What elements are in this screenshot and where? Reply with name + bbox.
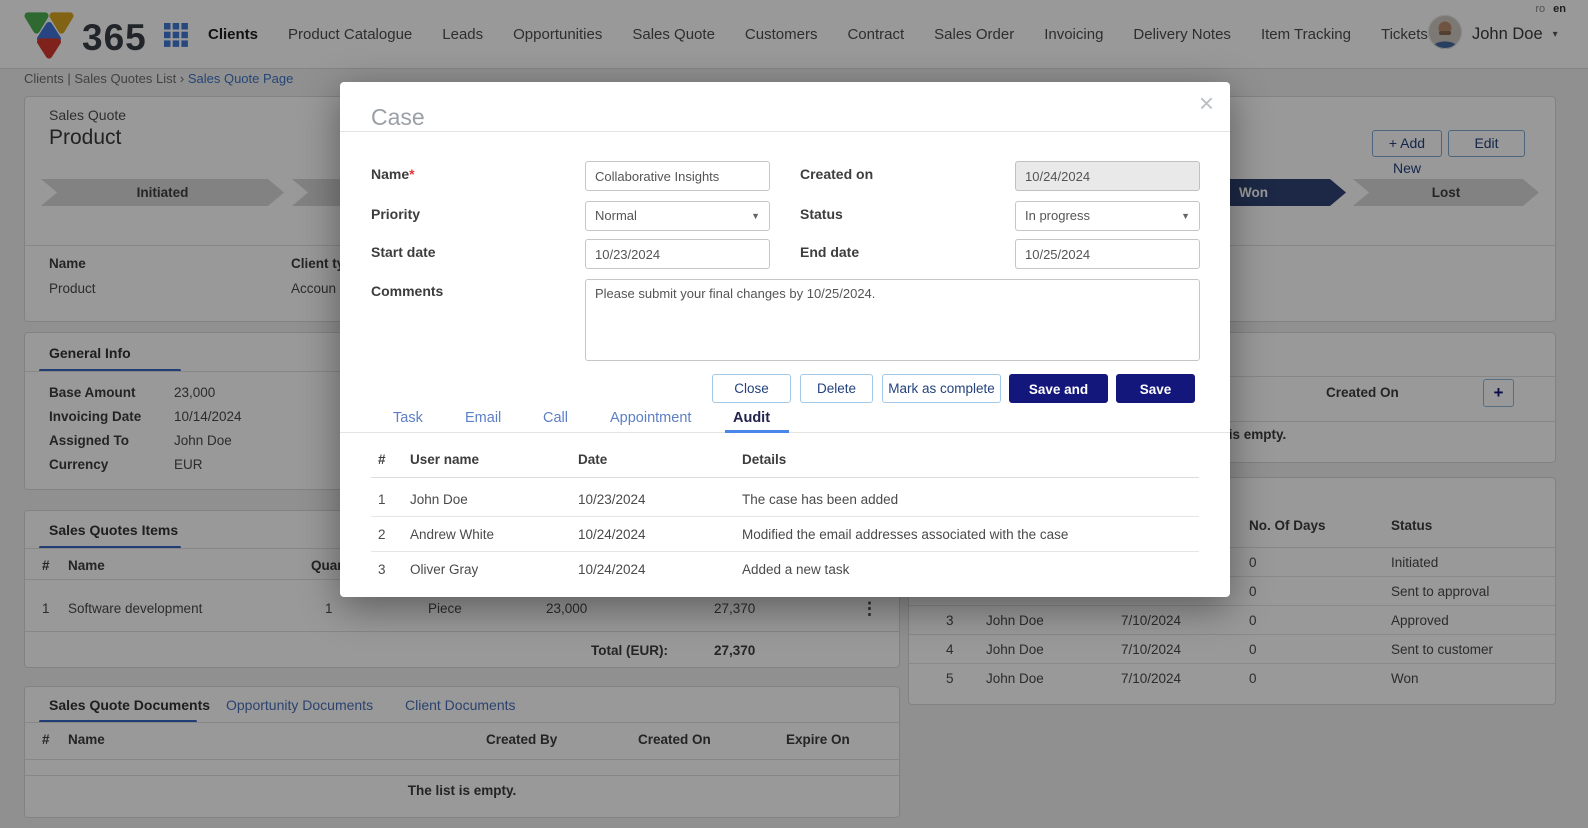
case-name-input[interactable] xyxy=(585,161,770,191)
created-on-label: Created on xyxy=(800,166,873,182)
tab-appointment[interactable]: Appointment xyxy=(610,410,691,426)
audit-date: 10/23/2024 xyxy=(578,482,646,517)
divider xyxy=(340,131,1230,132)
priority-label: Priority xyxy=(371,206,420,222)
audit-col-user: User name xyxy=(410,452,479,467)
audit-col-details: Details xyxy=(742,452,786,467)
audit-user: John Doe xyxy=(410,482,468,517)
audit-row: 2 Andrew White 10/24/2024 Modified the e… xyxy=(371,517,1199,552)
audit-row: 1 John Doe 10/23/2024 The case has been … xyxy=(371,482,1199,517)
close-button[interactable]: Close xyxy=(712,374,791,403)
audit-date: 10/24/2024 xyxy=(578,517,646,552)
delete-button[interactable]: Delete xyxy=(800,374,873,403)
priority-value: Normal xyxy=(595,208,637,223)
mark-as-complete-button[interactable]: Mark as complete xyxy=(882,374,1001,403)
start-date-input[interactable] xyxy=(585,239,770,269)
status-label: Status xyxy=(800,206,843,222)
audit-user: Andrew White xyxy=(410,517,494,552)
save-and-close-button[interactable]: Save and Close xyxy=(1009,374,1108,403)
chevron-down-icon: ▼ xyxy=(1181,202,1190,230)
close-icon[interactable]: × xyxy=(1199,90,1214,116)
divider xyxy=(371,477,1199,478)
audit-num: 2 xyxy=(378,517,386,552)
audit-details: Added a new task xyxy=(742,552,849,587)
audit-details: The case has been added xyxy=(742,482,898,517)
screen: 365 Clients Product Catalogue Leads Oppo… xyxy=(0,0,1588,828)
chevron-down-icon: ▼ xyxy=(751,202,760,230)
tab-email[interactable]: Email xyxy=(465,410,501,426)
tab-task[interactable]: Task xyxy=(393,410,423,426)
created-on-input xyxy=(1015,161,1200,191)
audit-row: 3 Oliver Gray 10/24/2024 Added a new tas… xyxy=(371,552,1199,587)
audit-num: 3 xyxy=(378,552,386,587)
save-button[interactable]: Save xyxy=(1116,374,1195,403)
audit-num: 1 xyxy=(378,482,386,517)
start-date-label: Start date xyxy=(371,244,436,260)
modal-title: Case xyxy=(371,104,425,131)
audit-date: 10/24/2024 xyxy=(578,552,646,587)
comments-label: Comments xyxy=(371,283,443,299)
end-date-input[interactable] xyxy=(1015,239,1200,269)
priority-select[interactable]: Normal ▼ xyxy=(585,201,770,231)
end-date-label: End date xyxy=(800,244,859,260)
name-label: Name* xyxy=(371,166,415,182)
status-value: In progress xyxy=(1025,208,1090,223)
audit-col-date: Date xyxy=(578,452,607,467)
audit-details: Modified the email addresses associated … xyxy=(742,517,1068,552)
name-label-text: Name xyxy=(371,166,409,182)
case-modal: Case × Name* Created on Priority Normal … xyxy=(340,82,1230,597)
tab-audit[interactable]: Audit xyxy=(733,410,770,426)
audit-col-num: # xyxy=(378,452,386,467)
comments-textarea[interactable]: Please submit your final changes by 10/2… xyxy=(585,279,1200,361)
tab-call[interactable]: Call xyxy=(543,410,568,426)
audit-user: Oliver Gray xyxy=(410,552,478,587)
required-asterisk: * xyxy=(409,166,414,182)
active-tab-underline xyxy=(725,430,789,433)
status-select[interactable]: In progress ▼ xyxy=(1015,201,1200,231)
